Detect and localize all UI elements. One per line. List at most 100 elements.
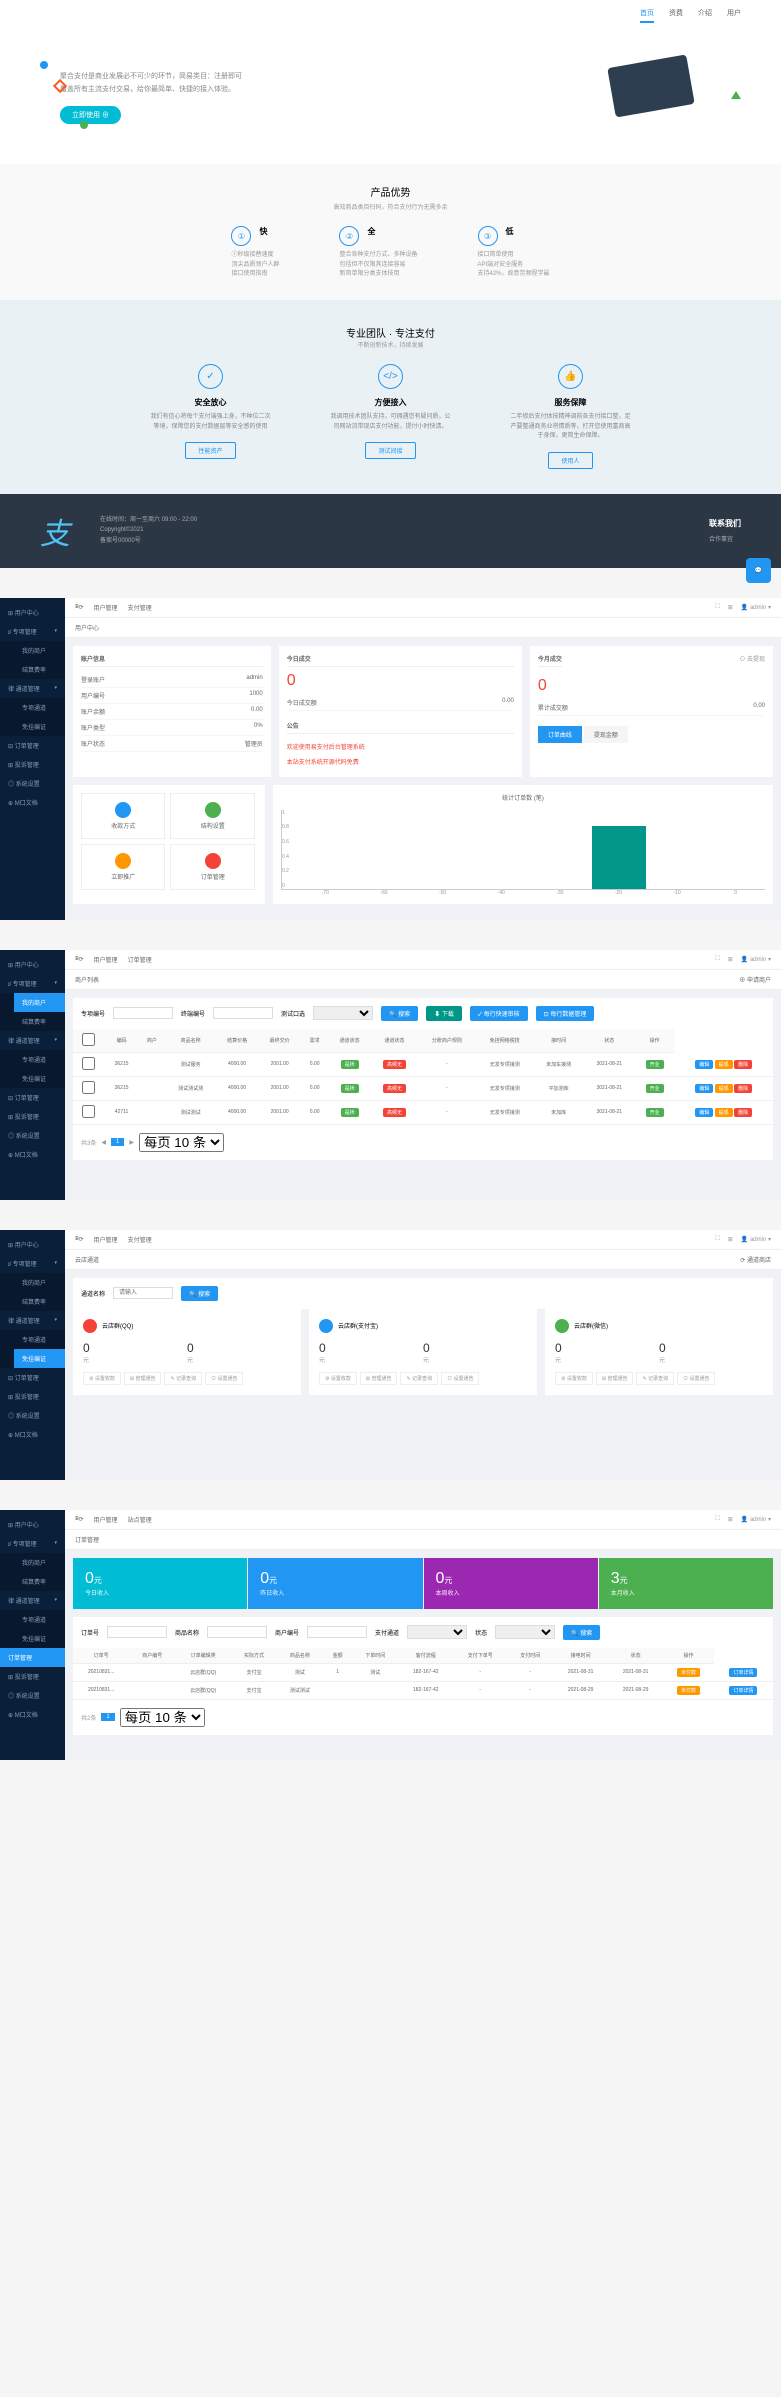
sidebar-item-user[interactable]: ⊞ 用户中心 (0, 1515, 65, 1534)
search-button[interactable]: 🔍 搜索 (381, 1006, 418, 1021)
cloud-action[interactable]: ⚙ 设置收款 (319, 1372, 357, 1385)
sidebar-item-special[interactable]: ♯ 专项管理▾ (0, 622, 65, 641)
page-current[interactable]: 1 (101, 1713, 114, 1721)
sidebar-item-complaint[interactable]: ⊞ 投诉管理 (0, 1667, 65, 1686)
quick-link-promo[interactable]: 立即推广 (81, 844, 165, 890)
user-menu[interactable]: 👤 admin ▾ (741, 604, 771, 611)
sidebar-item-complaint[interactable]: ⊞ 投诉管理 (0, 1107, 65, 1126)
sidebar-item-merchant[interactable]: 我的商户 (14, 993, 65, 1012)
sidebar-item-channel[interactable]: 律 通道管理▾ (0, 1031, 65, 1050)
cloud-action[interactable]: ⚙ 设置收款 (83, 1372, 121, 1385)
cloud-action[interactable]: ⊙ 设置通告 (205, 1372, 243, 1385)
sidebar-item-cert[interactable]: 免挂编证 (14, 717, 65, 736)
sidebar-item-orders[interactable]: ⊟ 订单管理 (0, 1368, 65, 1387)
sidebar-item-system[interactable]: ◎ 系统设置 (0, 1406, 65, 1425)
sidebar-item-orders[interactable]: ⊟ 订单管理 (0, 736, 65, 755)
withdraw-button[interactable]: 提现 (715, 1060, 733, 1069)
filter-select[interactable] (313, 1006, 373, 1020)
user-menu[interactable]: 👤 admin ▾ (741, 1516, 771, 1523)
grid-icon[interactable]: ⊞ (728, 1236, 733, 1243)
hero-cta-button[interactable]: 立即使用 ⊕ (60, 106, 121, 124)
sidebar-item-api[interactable]: ⊕ M口文档 (0, 793, 65, 812)
cloud-action[interactable]: ⊙ 设置通告 (441, 1372, 479, 1385)
sidebar-item-special[interactable]: ♯ 专项管理▾ (0, 1534, 65, 1553)
cloud-action[interactable]: ⊞ 管理通告 (596, 1372, 634, 1385)
grid-icon[interactable]: ⊞ (728, 604, 733, 611)
quick-link-receive[interactable]: 收款方式 (81, 793, 165, 839)
sidebar-item-channel[interactable]: 律 通道管理▾ (0, 1591, 65, 1610)
crumb[interactable]: 用户管理 (94, 1235, 118, 1244)
quick-link-orders[interactable]: 订单管理 (170, 844, 254, 890)
crumb[interactable]: 支付管理 (128, 1235, 152, 1244)
sidebar-item-merchant[interactable]: 我的商户 (14, 1553, 65, 1572)
cloud-action[interactable]: ✎ 记录查询 (636, 1372, 674, 1385)
page-size-select[interactable]: 每页 10 条 (139, 1133, 224, 1152)
team-btn[interactable]: 性能资产 (185, 442, 235, 459)
sidebar-item-merchant[interactable]: 我的商户 (14, 641, 65, 660)
page-size-select[interactable]: 每页 10 条 (120, 1708, 205, 1727)
sidebar-item-api[interactable]: ⊕ M口文档 (0, 1425, 65, 1444)
sidebar-item-user[interactable]: ⊞ 用户中心 (0, 603, 65, 622)
team-btn[interactable]: 使用人 (548, 452, 592, 469)
refresh-icon[interactable]: ⟳ (79, 604, 84, 611)
sidebar-item-rate[interactable]: 结算费率 (14, 1012, 65, 1031)
row-checkbox[interactable] (82, 1057, 95, 1070)
user-menu[interactable]: 👤 admin ▾ (741, 956, 771, 963)
quick-link-settings[interactable]: 结构设置 (170, 793, 254, 839)
sidebar-item-api[interactable]: ⊕ M口文档 (0, 1705, 65, 1724)
search-button[interactable]: 🔍 搜索 (181, 1286, 218, 1301)
sidebar-item-channel-sub[interactable]: 专项通道 (14, 698, 65, 717)
nav-fees[interactable]: 资费 (669, 8, 683, 23)
expand-icon[interactable]: ⛶ (716, 956, 720, 963)
sidebar-item-cert[interactable]: 免挂编证 (14, 1069, 65, 1088)
row-checkbox[interactable] (82, 1081, 95, 1094)
edit-button[interactable]: 编辑 (695, 1108, 713, 1117)
refresh-icon[interactable]: ⟳ (79, 1516, 84, 1523)
filter-select[interactable] (495, 1625, 555, 1639)
sidebar-item-user[interactable]: ⊞ 用户中心 (0, 1235, 65, 1254)
sidebar-item-cert[interactable]: 免挂编证 (14, 1349, 65, 1368)
nav-intro[interactable]: 介绍 (698, 8, 712, 23)
delete-button[interactable]: 删除 (734, 1108, 752, 1117)
detail-button[interactable]: 订单详情 (729, 1686, 757, 1695)
sidebar-item-special[interactable]: ♯ 专项管理▾ (0, 974, 65, 993)
crumb[interactable]: 站点管理 (128, 1515, 152, 1524)
page-prev[interactable]: ◀ (101, 1139, 106, 1146)
crumb[interactable]: 用户管理 (94, 1515, 118, 1524)
sidebar-item-orders[interactable]: 订单管理 (0, 1648, 65, 1667)
edit-button[interactable]: 编辑 (695, 1060, 713, 1069)
sidebar-item-system[interactable]: ◎ 系统设置 (0, 1686, 65, 1705)
sidebar-item-api[interactable]: ⊕ M口文档 (0, 1145, 65, 1164)
sidebar-item-system[interactable]: ◎ 系统设置 (0, 1126, 65, 1145)
user-menu[interactable]: 👤 admin ▾ (741, 1236, 771, 1243)
detail-button[interactable]: 订单详情 (729, 1668, 757, 1677)
sidebar-item-rate[interactable]: 结算费率 (14, 660, 65, 679)
download-button[interactable]: ⬇ 下载 (426, 1006, 462, 1021)
sidebar-item-system[interactable]: ◎ 系统设置 (0, 774, 65, 793)
sidebar-item-orders[interactable]: ⊟ 订单管理 (0, 1088, 65, 1107)
page-next[interactable]: ▶ (129, 1139, 134, 1146)
expand-icon[interactable]: ⛶ (716, 604, 720, 611)
crumb[interactable]: 支付管理 (128, 603, 152, 612)
refresh-icon[interactable]: ⟳ (79, 956, 84, 963)
sidebar-item-channel[interactable]: 律 通道管理▾ (0, 679, 65, 698)
withdraw-button[interactable]: 提现 (715, 1084, 733, 1093)
filter-input-id[interactable] (113, 1007, 173, 1019)
delete-button[interactable]: 删除 (734, 1084, 752, 1093)
filter-select[interactable] (407, 1625, 467, 1639)
filter-input-terminal[interactable] (213, 1007, 273, 1019)
sidebar-item-channel-sub[interactable]: 专项通道 (14, 1610, 65, 1629)
channel-store-button[interactable]: ⟳ 通道商店 (740, 1255, 771, 1264)
sidebar-item-channel[interactable]: 律 通道管理▾ (0, 1311, 65, 1330)
expand-icon[interactable]: ⛶ (716, 1516, 720, 1523)
sidebar-item-channel-sub[interactable]: 专项通道 (14, 1050, 65, 1069)
delete-button[interactable]: 删除 (734, 1060, 752, 1069)
sidebar-item-merchant[interactable]: 我的商户 (14, 1273, 65, 1292)
nav-home[interactable]: 首页 (640, 8, 654, 23)
edit-button[interactable]: 编辑 (695, 1084, 713, 1093)
expand-icon[interactable]: ⛶ (716, 1236, 720, 1243)
sidebar-item-complaint[interactable]: ⊞ 投诉管理 (0, 1387, 65, 1406)
sidebar-item-special[interactable]: ♯ 专项管理▾ (0, 1254, 65, 1273)
crumb[interactable]: 用户管理 (94, 955, 118, 964)
sidebar-item-user[interactable]: ⊞ 用户中心 (0, 955, 65, 974)
